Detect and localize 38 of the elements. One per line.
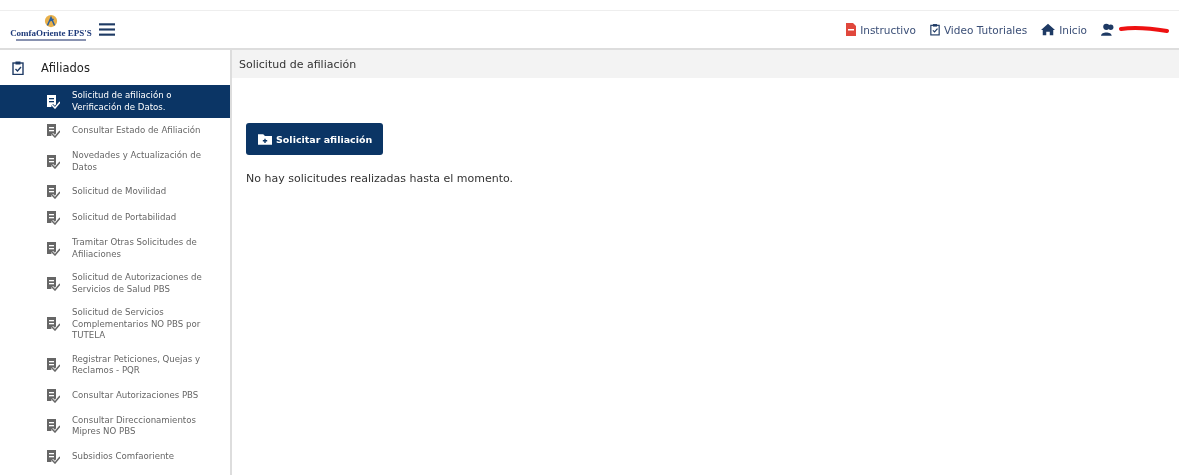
redaction-mark [1119,24,1169,35]
sidebar-item[interactable]: Solicitud de Portabilidad [0,205,230,231]
checklist-icon [46,419,60,433]
checklist-icon [46,276,60,291]
section-title: Afiliados [41,60,90,75]
sidebar-item[interactable]: Solicitud de afiliación o Verificación de Datos. [0,85,230,118]
empty-message: No hay solicitudes realizadas hasta el momento. [246,172,515,185]
checklist-icon [46,241,60,256]
clipboard-check-icon [929,23,940,36]
checklist-icon [46,94,60,109]
checklist-icon [46,317,60,332]
pdf-file-icon [846,23,857,36]
checklist-icon [46,358,60,372]
sidebar-item[interactable]: Subsidios Comfaoriente [0,443,230,470]
sidebar-item[interactable]: Consultar Autorizaciones PBS [0,382,230,409]
sidebar-item[interactable]: Registrar Peticiones, Quejas y Reclamos - PQR [0,347,230,383]
sidebar-item[interactable]: Tramitar Otras Solicitudes de Afiliaciones [0,231,230,266]
header-link[interactable]: Instructivo [846,23,916,36]
checklist-icon [46,449,60,464]
checklist-icon [46,154,60,169]
checklist-icon [46,185,60,199]
request-button[interactable]: Solicitar afiliación [246,123,384,155]
home-icon [1041,23,1056,36]
checklist-icon [46,388,60,403]
folder-plus-icon [258,133,272,145]
clipboard-check-icon [12,60,24,75]
header-link[interactable]: Video Tutoriales [929,23,1028,36]
page-title: Solicitud de afiliación [239,57,357,71]
header-link[interactable]: Inicio [1041,23,1087,36]
sidebar-item[interactable]: Solicitud de Autorizaciones de Servicios de Salud PBS [0,266,230,301]
sidebar-item[interactable]: Solicitud de Servicios Complementarios NO PBS por TUTELA [0,301,230,348]
sidebar-item[interactable]: Consultar Estado de Afiliación [0,118,230,144]
sidebar-item[interactable]: Novedades y Actualización de Datos [0,144,230,179]
menu-icon[interactable] [99,23,115,36]
checklist-icon [46,211,60,225]
sidebar-item[interactable]: Solicitud de Movilidad [0,179,230,205]
sidebar-item[interactable]: Consultar Direccionamientos Mipres NO PBS [0,408,230,444]
checklist-icon [46,124,60,138]
